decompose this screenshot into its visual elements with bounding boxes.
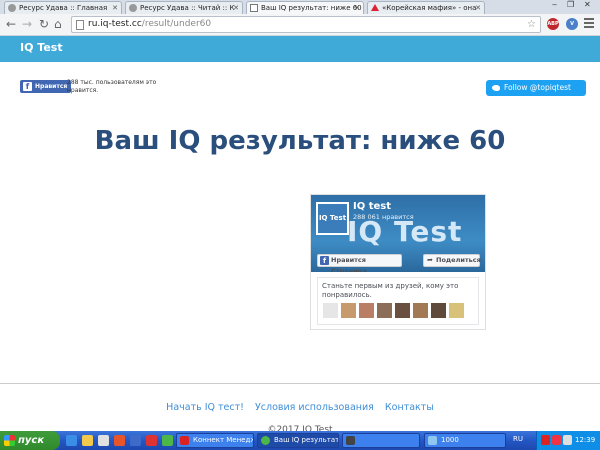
contacts-link[interactable]: Контакты	[385, 402, 434, 413]
friend-avatar[interactable]	[340, 302, 357, 319]
facebook-cover-image[interactable]: IQ Test IQ Test IQ test 288 061 нравится…	[311, 195, 485, 272]
quicklaunch-desktop-icon[interactable]	[66, 435, 77, 446]
back-arrow-icon[interactable]: ←	[6, 17, 16, 31]
share-arrow-icon: ➦	[427, 256, 433, 264]
friend-avatar[interactable]	[394, 302, 411, 319]
taskbar-chrome-window[interactable]: Ваш IQ результат...	[257, 433, 339, 448]
terms-of-use-link[interactable]: Условия использования	[255, 402, 374, 413]
site-favicon-icon	[8, 4, 16, 12]
browser-menu-icon[interactable]	[584, 18, 594, 30]
share-button[interactable]: ➦ Поделиться	[423, 254, 481, 267]
windows-logo-icon	[4, 435, 15, 446]
page-name-link[interactable]: IQ test	[353, 201, 391, 212]
footer-divider	[0, 383, 600, 384]
tray-antivirus-icon[interactable]	[552, 435, 561, 445]
tab-resurs-udava-main[interactable]: Ресурс Удава :: Главная ✕	[4, 1, 122, 14]
warning-favicon-icon	[371, 4, 379, 11]
forward-arrow-icon[interactable]: →	[22, 17, 32, 31]
facebook-like-button[interactable]: f Нравится	[20, 80, 72, 93]
vk-extension-icon[interactable]: V	[566, 18, 578, 30]
quicklaunch-media-icon[interactable]	[114, 435, 125, 446]
page-avatar[interactable]: IQ Test	[316, 202, 349, 235]
url-path: /result/under60	[141, 19, 212, 29]
windows-taskbar: пуск Коннект Менеджер Ваш IQ результат..…	[0, 431, 600, 450]
taskbar-connect-manager[interactable]: Коннект Менеджер	[176, 433, 254, 448]
tab-resurs-udava-read[interactable]: Ресурс Удава :: Читай :: К ✕	[125, 1, 243, 14]
url-host: ru.iq-test.cc	[88, 19, 142, 29]
close-window-icon[interactable]: ✕	[584, 0, 591, 9]
twitter-follow-button[interactable]: Follow @topiqtest	[486, 80, 586, 96]
friend-avatar[interactable]	[322, 302, 339, 319]
quicklaunch-app-icon[interactable]	[98, 435, 109, 446]
facebook-like-count: 288 тыс. пользователям это нравится.	[67, 79, 157, 94]
close-tab-icon[interactable]: ✕	[233, 2, 239, 14]
browser-tab-strip: Ресурс Удава :: Главная ✕ Ресурс Удава :…	[0, 0, 600, 14]
taskbar-app-window[interactable]	[342, 433, 420, 448]
taskbar-clock[interactable]: 12:39	[575, 436, 595, 444]
friends-box: Станьте первым из друзей, кому это понра…	[317, 277, 479, 325]
address-bar[interactable]: ru.iq-test.cc/result/under60 ☆	[71, 16, 541, 33]
page-info-icon[interactable]	[76, 20, 84, 30]
taskbar-1000-window[interactable]: 1000	[424, 433, 506, 448]
start-button[interactable]: пуск	[0, 431, 60, 450]
start-test-link[interactable]: Начать IQ тест!	[166, 402, 244, 413]
tab-iq-result[interactable]: Ваш IQ результат: ниже 60 ✕	[246, 1, 364, 14]
tab-korean-mafia[interactable]: «Корейская мафия» - она ✕	[367, 1, 485, 14]
chrome-icon	[261, 436, 270, 445]
connect-manager-icon	[180, 436, 189, 445]
quicklaunch-ie-icon[interactable]	[130, 435, 141, 446]
friend-avatar[interactable]	[448, 302, 465, 319]
friend-avatar[interactable]	[430, 302, 447, 319]
app-window-icon	[346, 436, 355, 445]
reload-icon[interactable]: ↻	[39, 17, 49, 31]
bookmark-star-icon[interactable]: ☆	[527, 17, 536, 32]
browser-toolbar: ← → ↻ ⌂ ru.iq-test.cc/result/under60 ☆ A…	[0, 14, 600, 36]
tray-opera-icon[interactable]	[541, 435, 550, 445]
facebook-icon: f	[23, 82, 32, 91]
facebook-page-widget: IQ Test IQ Test IQ test 288 061 нравится…	[310, 194, 486, 330]
quicklaunch-chrome-icon[interactable]	[162, 435, 173, 446]
home-icon[interactable]: ⌂	[54, 17, 62, 31]
adblock-extension-icon[interactable]: ABP	[547, 18, 559, 30]
twitter-bird-icon	[492, 85, 500, 91]
quicklaunch-folder-icon[interactable]	[82, 435, 93, 446]
friends-prompt: Станьте первым из друзей, кому это понра…	[322, 282, 459, 299]
close-tab-icon[interactable]: ✕	[112, 2, 118, 14]
friend-avatar[interactable]	[358, 302, 375, 319]
site-brand-link[interactable]: IQ Test	[20, 41, 63, 54]
minimize-window-icon[interactable]: ‒	[552, 0, 557, 9]
quicklaunch-opera-icon[interactable]	[146, 435, 157, 446]
tray-volume-icon[interactable]	[563, 435, 572, 445]
like-page-button[interactable]: f Нравится Страница	[317, 254, 402, 272]
window-icon	[428, 436, 437, 445]
page-likes-count: 288 061 нравится	[353, 213, 414, 221]
maximize-window-icon[interactable]: ❐	[567, 0, 574, 9]
friend-avatar[interactable]	[412, 302, 429, 319]
footer-links: Начать IQ тест! Условия использования Ко…	[0, 402, 600, 413]
document-favicon-icon	[250, 4, 258, 12]
close-tab-icon[interactable]: ✕	[354, 2, 360, 14]
facebook-icon: f	[320, 256, 329, 265]
page-title: Ваш IQ результат: ниже 60	[94, 126, 506, 156]
friend-avatar[interactable]	[376, 302, 393, 319]
close-tab-icon[interactable]: ✕	[475, 2, 481, 14]
site-favicon-icon	[129, 4, 137, 12]
site-header: IQ Test	[0, 36, 600, 62]
language-indicator[interactable]: RU	[513, 435, 523, 443]
